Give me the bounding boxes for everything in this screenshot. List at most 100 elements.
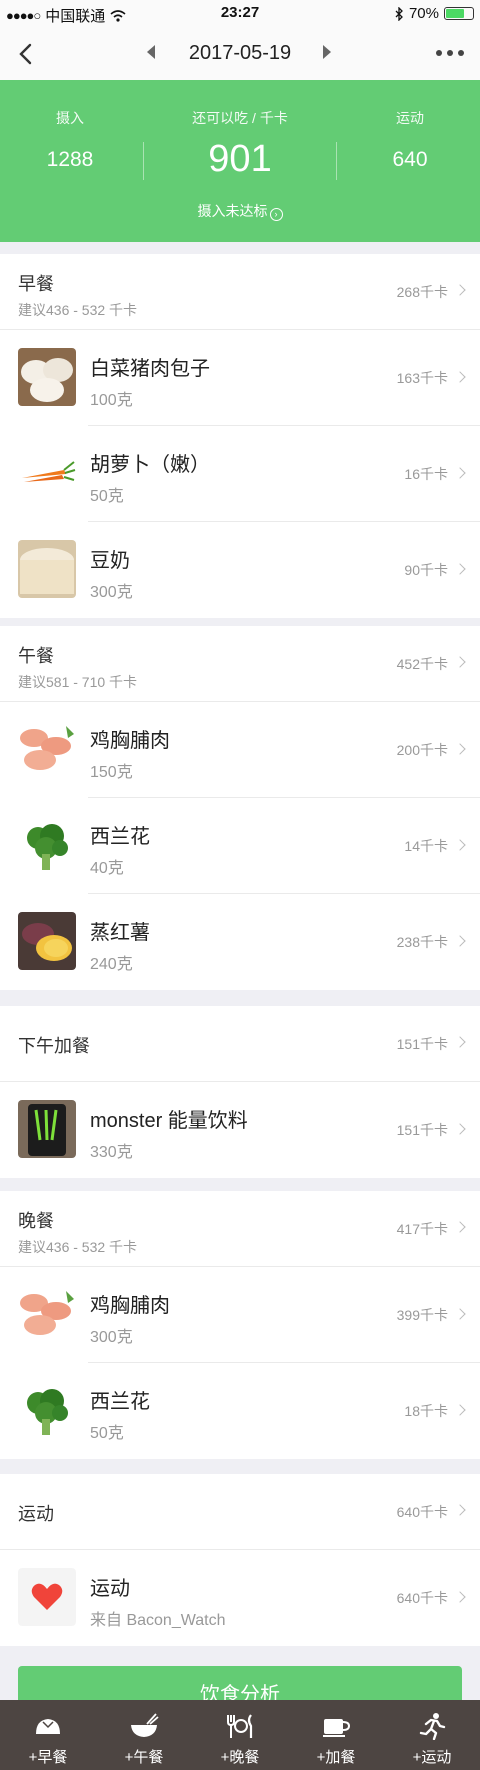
food-amount: 50克 bbox=[90, 1425, 124, 1442]
food-name: 鸡胸脯肉 bbox=[90, 730, 170, 752]
tab-label: +加餐 bbox=[316, 1749, 356, 1766]
chevron-right-icon bbox=[454, 743, 466, 755]
meal-suggestion: 建议581 - 710 千卡 bbox=[18, 674, 138, 690]
intake-label: 摄入 bbox=[56, 110, 84, 126]
meal-header[interactable]: 下午加餐 151千卡 bbox=[0, 1006, 480, 1082]
chevron-right-icon bbox=[454, 1404, 466, 1416]
chevron-right-icon bbox=[454, 656, 466, 668]
chevron-right-icon bbox=[454, 839, 466, 851]
baozi-photo bbox=[18, 348, 76, 406]
food-kcal: 238千卡 bbox=[396, 934, 448, 950]
food-kcal: 90千卡 bbox=[404, 562, 448, 578]
tab-label: +早餐 bbox=[28, 1749, 68, 1766]
intake-status: 摄入未达标 bbox=[197, 203, 268, 219]
meal-kcal: 268千卡 bbox=[396, 284, 448, 300]
energy-drink-photo bbox=[18, 1100, 76, 1158]
food-kcal: 399千卡 bbox=[396, 1307, 448, 1323]
chevron-right-icon bbox=[454, 467, 466, 479]
battery-icon bbox=[444, 7, 474, 20]
tab-add-snack[interactable]: +加餐 bbox=[288, 1700, 384, 1770]
heart-icon bbox=[18, 1568, 76, 1626]
chevron-right-icon bbox=[454, 1221, 466, 1233]
tab-add-breakfast[interactable]: +早餐 bbox=[0, 1700, 96, 1770]
battery-percent: 70% bbox=[408, 5, 439, 22]
meal-header[interactable]: 运动 640千卡 bbox=[0, 1474, 480, 1550]
calorie-summary: 摄入 1288 还可以吃 / 千卡 901 运动 640 摄入未达标 › bbox=[0, 80, 480, 242]
meal-header[interactable]: 晚餐 建议436 - 532 千卡 417千卡 bbox=[0, 1191, 480, 1267]
chicken-photo bbox=[18, 1285, 76, 1343]
soymilk-photo bbox=[18, 540, 76, 598]
tab-label: +运动 bbox=[412, 1749, 452, 1766]
tab-add-dinner[interactable]: +晚餐 bbox=[192, 1700, 288, 1770]
bowl-icon bbox=[131, 1713, 159, 1737]
food-name: 鸡胸脯肉 bbox=[90, 1295, 170, 1317]
chevron-right-icon bbox=[454, 935, 466, 947]
food-amount: 来自 Bacon_Watch bbox=[90, 1612, 226, 1629]
bluetooth-icon bbox=[395, 6, 403, 21]
food-item[interactable]: 西兰花 50克 18千卡 bbox=[0, 1363, 480, 1459]
remaining-label: 还可以吃 / 千卡 bbox=[192, 110, 288, 126]
food-item[interactable]: 鸡胸脯肉 300克 399千卡 bbox=[0, 1267, 480, 1363]
tab-label: +午餐 bbox=[124, 1749, 164, 1766]
meal-section: 晚餐 建议436 - 532 千卡 417千卡 鸡胸脯肉 300克 399千卡 西兰花 50克… bbox=[0, 1191, 480, 1459]
food-item[interactable]: 白菜猪肉包子 100克 163千卡 bbox=[0, 330, 480, 426]
food-name: 胡萝卜（嫩） bbox=[90, 454, 210, 476]
food-kcal: 151千卡 bbox=[396, 1122, 448, 1138]
food-kcal: 200千卡 bbox=[396, 742, 448, 758]
meal-section: 下午加餐 151千卡 monster 能量饮料 330克 151千卡 bbox=[0, 1006, 480, 1178]
remaining-summary: 还可以吃 / 千卡 901 bbox=[140, 108, 340, 181]
meal-title: 下午加餐 bbox=[18, 1036, 90, 1056]
meal-kcal: 452千卡 bbox=[396, 656, 448, 672]
food-item[interactable]: 运动 来自 Bacon_Watch 640千卡 bbox=[0, 1550, 480, 1646]
food-item[interactable]: 西兰花 40克 14千卡 bbox=[0, 798, 480, 894]
nav-bar: 2017-05-19 bbox=[0, 28, 480, 80]
meal-title: 运动 bbox=[18, 1504, 54, 1524]
food-item[interactable]: 胡萝卜（嫩） 50克 16千卡 bbox=[0, 426, 480, 522]
food-kcal: 18千卡 bbox=[404, 1403, 448, 1419]
chevron-right-icon bbox=[454, 1504, 466, 1516]
meal-kcal: 151千卡 bbox=[396, 1036, 448, 1052]
food-name: 豆奶 bbox=[90, 550, 130, 572]
exercise-summary: 运动 640 bbox=[370, 108, 450, 172]
cup-icon bbox=[323, 1719, 351, 1737]
food-amount: 50克 bbox=[90, 488, 124, 505]
chicken-photo bbox=[18, 720, 76, 778]
food-amount: 150克 bbox=[90, 764, 133, 781]
food-item[interactable]: 鸡胸脯肉 150克 200千卡 bbox=[0, 702, 480, 798]
food-item[interactable]: monster 能量饮料 330克 151千卡 bbox=[0, 1082, 480, 1178]
meal-header[interactable]: 午餐 建议581 - 710 千卡 452千卡 bbox=[0, 626, 480, 702]
chevron-right-icon bbox=[454, 563, 466, 575]
status-bar: ●●●●○ 中国联通 23:27 70% bbox=[0, 0, 480, 28]
food-name: 西兰花 bbox=[90, 826, 150, 848]
meal-kcal: 417千卡 bbox=[396, 1221, 448, 1237]
food-name: 白菜猪肉包子 bbox=[90, 358, 210, 380]
tab-label: +晚餐 bbox=[220, 1749, 260, 1766]
chevron-right-icon bbox=[454, 371, 466, 383]
food-item[interactable]: 蒸红薯 240克 238千卡 bbox=[0, 894, 480, 990]
intake-status-link[interactable]: 摄入未达标 › bbox=[0, 201, 480, 221]
food-amount: 300克 bbox=[90, 584, 133, 601]
tab-add-lunch[interactable]: +午餐 bbox=[96, 1700, 192, 1770]
more-icon[interactable] bbox=[436, 50, 464, 56]
food-kcal: 14千卡 bbox=[404, 838, 448, 854]
food-amount: 40克 bbox=[90, 860, 124, 877]
food-kcal: 163千卡 bbox=[396, 370, 448, 386]
food-name: 蒸红薯 bbox=[90, 922, 150, 944]
intake-summary: 摄入 1288 bbox=[30, 108, 110, 172]
tab-add-exercise[interactable]: +运动 bbox=[384, 1700, 480, 1770]
chevron-right-icon bbox=[454, 1123, 466, 1135]
meal-kcal: 640千卡 bbox=[396, 1504, 448, 1520]
food-item[interactable]: 豆奶 300克 90千卡 bbox=[0, 522, 480, 618]
meal-header[interactable]: 早餐 建议436 - 532 千卡 268千卡 bbox=[0, 254, 480, 330]
food-amount: 330克 bbox=[90, 1144, 133, 1161]
exercise-value: 640 bbox=[392, 148, 428, 171]
meal-section: 午餐 建议581 - 710 千卡 452千卡 鸡胸脯肉 150克 200千卡 西兰花 40克… bbox=[0, 626, 480, 990]
food-kcal: 640千卡 bbox=[396, 1590, 448, 1606]
broccoli-photo bbox=[18, 816, 76, 874]
meal-suggestion: 建议436 - 532 千卡 bbox=[18, 302, 138, 318]
date-label[interactable]: 2017-05-19 bbox=[0, 42, 480, 65]
exercise-label: 运动 bbox=[396, 110, 424, 126]
runner-icon bbox=[419, 1713, 446, 1740]
next-day-icon[interactable] bbox=[322, 44, 332, 60]
bun-icon bbox=[36, 1719, 60, 1734]
